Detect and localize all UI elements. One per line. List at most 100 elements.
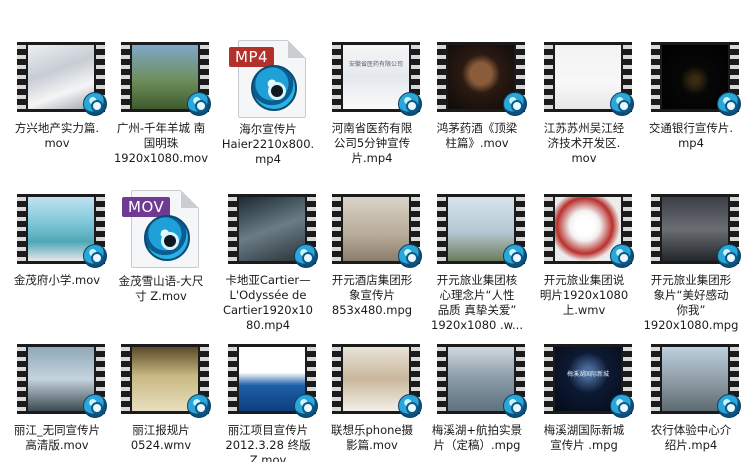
file-item[interactable]: 开元酒店集团形 象宣传片 853x480.mpg bbox=[322, 190, 422, 318]
file-item[interactable]: 交通银行宣传片. mp4 bbox=[641, 38, 741, 151]
file-name-label: 丽江项目宣传片 2012.3.28 终版 Z.mov bbox=[218, 423, 318, 462]
file-name-line: mov bbox=[44, 136, 70, 150]
file-name-line: 方兴地产实力篇. bbox=[14, 121, 100, 135]
file-item[interactable]: 江苏苏州吴江经 济技术开发区. mov bbox=[534, 38, 634, 166]
file-name-line: 影篇.mov bbox=[346, 438, 398, 452]
file-name-label: 联想乐phone摄 影篇.mov bbox=[322, 423, 422, 453]
video-file-icon: MOV bbox=[122, 190, 199, 268]
file-name-line: 心理念片“人性 bbox=[439, 288, 515, 302]
file-name-line: 金茂雪山语-大尺 bbox=[118, 274, 204, 288]
file-name-line: 明片1920x1080 bbox=[539, 288, 629, 302]
file-name-label: 海尔宣传片 Haier2210x800. mp4 bbox=[218, 122, 318, 167]
file-item[interactable]: 梅溪湖+航拍实景 片（定稿）.mpg bbox=[427, 340, 527, 453]
file-thumbnail bbox=[9, 38, 107, 118]
file-name-label: 广州-千年羊城 南国明珠 1920x1080.mov bbox=[111, 121, 211, 166]
file-thumbnail bbox=[429, 190, 527, 270]
file-name-line: 品质 真挚关爱” bbox=[437, 303, 517, 317]
file-name-line: 80.mp4 bbox=[245, 318, 291, 332]
file-name-line: 公司5分钟宣传 bbox=[333, 136, 411, 150]
video-file-icon: MP4 bbox=[229, 40, 306, 118]
file-name-line: 片（定稿）.mpg bbox=[433, 438, 521, 452]
file-item[interactable]: 开元旅业集团核 心理念片“人性 品质 真挚关爱” 1920x1080 .w... bbox=[427, 190, 527, 333]
file-name-label: 梅溪湖+航拍实景 片（定稿）.mpg bbox=[427, 423, 527, 453]
file-name-line: mp4 bbox=[255, 152, 281, 166]
file-thumbnail bbox=[536, 190, 634, 270]
frame-caption: 梅溪湖国际新城 bbox=[566, 371, 609, 378]
file-name-line: 1920x1080 .w... bbox=[431, 318, 523, 332]
file-name-line: 柱篇》.mov bbox=[445, 136, 509, 150]
quicktime-badge-icon bbox=[717, 92, 741, 116]
file-name-line: 0524.wmv bbox=[130, 438, 192, 452]
file-name-line: 海尔宣传片 bbox=[239, 122, 297, 136]
file-name-label: 开元旅业集团形 象片“美好感动 你我” 1920x1080.mpg bbox=[641, 273, 741, 333]
file-name-label: 鸿茅药酒《顶梁 柱篇》.mov bbox=[427, 121, 527, 151]
file-name-line: 片.mp4 bbox=[351, 151, 393, 165]
file-name-line: 联想乐phone摄 bbox=[331, 423, 413, 437]
file-name-line: 开元旅业集团说 bbox=[543, 273, 625, 287]
file-item[interactable]: 梅溪湖国际新城 梅溪湖国际新城 宣传片 .mpg bbox=[534, 340, 634, 453]
file-thumbnail bbox=[643, 190, 741, 270]
file-name-label: 江苏苏州吴江经 济技术开发区. mov bbox=[534, 121, 634, 166]
file-item[interactable]: 卡地亚Cartier— L'Odyssée de Cartier1920x10 80.… bbox=[218, 190, 318, 333]
quicktime-badge-icon bbox=[610, 244, 634, 268]
file-name-line: 河南省医药有限 bbox=[331, 121, 413, 135]
file-item[interactable]: 安徽省医药有限公司河南省医药有限 公司5分钟宣传 片.mp4 bbox=[322, 38, 422, 166]
file-name-line: 高清版.mov bbox=[25, 438, 89, 452]
quicktime-badge-icon bbox=[717, 394, 741, 418]
quicktime-badge-icon bbox=[610, 394, 634, 418]
file-name-label: 开元旅业集团说 明片1920x1080 上.wmv bbox=[534, 273, 634, 318]
quicktime-badge-icon bbox=[83, 394, 107, 418]
quicktime-badge-icon bbox=[83, 244, 107, 268]
file-item[interactable]: 农行体验中心介 绍片.mp4 bbox=[641, 340, 741, 453]
file-name-label: 方兴地产实力篇. mov bbox=[7, 121, 107, 151]
file-thumbnail bbox=[429, 38, 527, 118]
file-item[interactable]: 开元旅业集团说 明片1920x1080 上.wmv bbox=[534, 190, 634, 318]
quicktime-badge-icon bbox=[294, 394, 318, 418]
file-item[interactable]: 鸿茅药酒《顶梁 柱篇》.mov bbox=[427, 38, 527, 151]
file-item[interactable]: 联想乐phone摄 影篇.mov bbox=[322, 340, 422, 453]
file-thumbnail: 安徽省医药有限公司 bbox=[324, 38, 422, 118]
file-name-line: 寸 Z.mov bbox=[135, 289, 187, 303]
file-item[interactable]: MP4 海尔宣传片 Haier2210x800. mp4 bbox=[218, 38, 318, 167]
file-item[interactable]: MOV 金茂雪山语-大尺寸 Z.mov bbox=[111, 190, 211, 304]
quicktime-disc-icon bbox=[251, 65, 297, 111]
file-name-line: 宣传片 .mpg bbox=[550, 438, 618, 452]
file-item[interactable]: 金茂府小学.mov bbox=[7, 190, 107, 288]
file-thumbnail bbox=[324, 340, 422, 420]
quicktime-badge-icon bbox=[398, 92, 422, 116]
file-name-line: 上.wmv bbox=[562, 303, 606, 317]
file-item[interactable]: 丽江_无同宣传片 高清版.mov bbox=[7, 340, 107, 453]
file-name-line: 象宣传片 bbox=[349, 288, 395, 302]
file-name-line: 1920x1080.mpg bbox=[643, 318, 739, 332]
file-thumbnail bbox=[536, 38, 634, 118]
file-name-label: 丽江报规片 0524.wmv bbox=[111, 423, 211, 453]
file-item[interactable]: 丽江报规片 0524.wmv bbox=[111, 340, 211, 453]
quicktime-badge-icon bbox=[717, 244, 741, 268]
file-name-line: L'Odyssée de bbox=[229, 288, 307, 302]
frame-caption: 安徽省医药有限公司 bbox=[348, 61, 403, 68]
file-item[interactable]: 丽江项目宣传片 2012.3.28 终版 Z.mov bbox=[218, 340, 318, 462]
file-name-line: 你我” bbox=[676, 303, 706, 317]
quicktime-badge-icon bbox=[398, 244, 422, 268]
file-name-label: 丽江_无同宣传片 高清版.mov bbox=[7, 423, 107, 453]
file-name-label: 金茂雪山语-大尺寸 Z.mov bbox=[111, 274, 211, 304]
file-name-line: mov bbox=[571, 151, 597, 165]
file-name-line: 国明珠 bbox=[143, 136, 179, 150]
file-thumbnail bbox=[9, 190, 107, 270]
file-item[interactable]: 方兴地产实力篇. mov bbox=[7, 38, 107, 151]
file-thumbnail: MP4 bbox=[220, 14, 316, 118]
file-thumbnail bbox=[220, 190, 318, 270]
file-name-label: 河南省医药有限 公司5分钟宣传 片.mp4 bbox=[322, 121, 422, 166]
file-name-line: 农行体验中心介 bbox=[650, 423, 732, 437]
file-item[interactable]: 广州-千年羊城 南国明珠 1920x1080.mov bbox=[111, 38, 211, 166]
file-name-line: 丽江_无同宣传片 bbox=[13, 423, 101, 437]
quicktime-disc-icon bbox=[144, 215, 190, 261]
quicktime-badge-icon bbox=[610, 92, 634, 116]
file-thumbnail bbox=[429, 340, 527, 420]
file-thumbnail bbox=[113, 340, 211, 420]
file-item[interactable]: 开元旅业集团形 象片“美好感动 你我” 1920x1080.mpg bbox=[641, 190, 741, 333]
file-name-line: 梅溪湖+航拍实景 bbox=[431, 423, 523, 437]
file-name-line: Haier2210x800. bbox=[221, 137, 315, 151]
file-name-label: 农行体验中心介 绍片.mp4 bbox=[641, 423, 741, 453]
file-name-line: 绍片.mp4 bbox=[664, 438, 718, 452]
